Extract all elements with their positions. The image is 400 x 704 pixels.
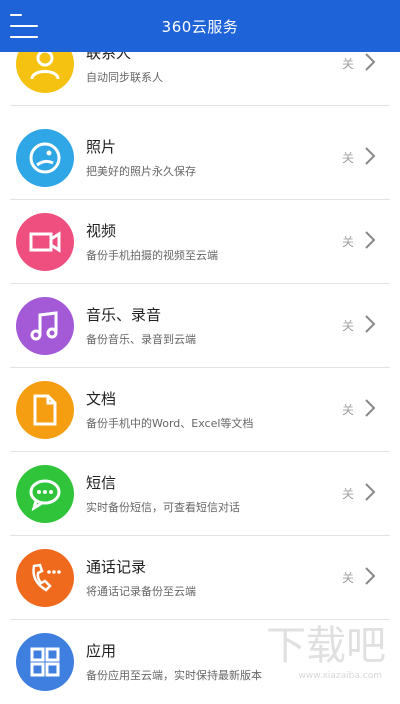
item-description: 备份应用至云端，实时保持最新版本 [86,669,262,682]
divider [10,105,390,106]
item-status: 关 [341,403,354,417]
item-status: 关 [341,151,354,165]
item-title: 音乐、录音 [86,306,162,324]
item-status: 关 [341,571,354,585]
chevron-right-icon[interactable] [364,398,376,418]
apps-icon [16,633,74,691]
chevron-right-icon[interactable] [364,314,376,334]
app-header: 360云服务 [0,0,400,52]
music-icon [16,297,74,355]
sms-icon [16,465,74,523]
list-item-sms[interactable]: 短信 实时备份短信，可查看短信对话 关 [0,452,400,536]
item-description: 备份音乐、录音到云端 [86,333,196,346]
list-item-music[interactable]: 音乐、录音 备份音乐、录音到云端 关 [0,284,400,368]
item-description: 备份手机拍摄的视频至云端 [86,249,218,262]
watermark: 下载吧 www.xiazaiba.com [262,619,392,681]
list-item-documents[interactable]: 文档 备份手机中的Word、Excel等文档 关 [0,368,400,452]
video-icon [16,213,74,271]
item-status: 关 [341,235,354,249]
item-description: 自动同步联系人 [86,71,163,84]
item-description: 把美好的照片永久保存 [86,165,196,178]
item-description: 将通话记录备份至云端 [86,585,196,598]
document-icon [16,381,74,439]
page-title: 360云服务 [161,17,239,36]
item-title: 通话记录 [86,558,147,576]
item-status: 关 [341,319,354,333]
item-title: 短信 [86,474,117,492]
chevron-right-icon[interactable] [364,482,376,502]
watermark-url: www.xiazaiba.com [298,671,382,681]
call-log-icon [16,549,74,607]
watermark-logo-icon: 下载吧 [266,623,386,669]
chevron-right-icon[interactable] [364,52,376,72]
item-title: 文档 [86,390,117,408]
item-title: 照片 [86,138,117,156]
chevron-right-icon[interactable] [364,230,376,250]
chevron-right-icon[interactable] [364,566,376,586]
menu-icon[interactable] [10,12,40,40]
item-title: 视频 [86,222,117,240]
watermark-logo: 下载吧 [266,623,386,669]
list-item-videos[interactable]: 视频 备份手机拍摄的视频至云端 关 [0,200,400,284]
list-item-call-log[interactable]: 通话记录 将通话记录备份至云端 关 [0,536,400,620]
item-title: 应用 [86,642,117,660]
photo-icon [16,129,74,187]
item-status: 关 [341,487,354,501]
list-item-photos[interactable]: 照片 把美好的照片永久保存 关 [0,116,400,200]
item-status: 关 [341,57,354,71]
chevron-right-icon[interactable] [364,146,376,166]
item-description: 备份手机中的Word、Excel等文档 [86,417,254,430]
item-description: 实时备份短信，可查看短信对话 [86,501,240,514]
